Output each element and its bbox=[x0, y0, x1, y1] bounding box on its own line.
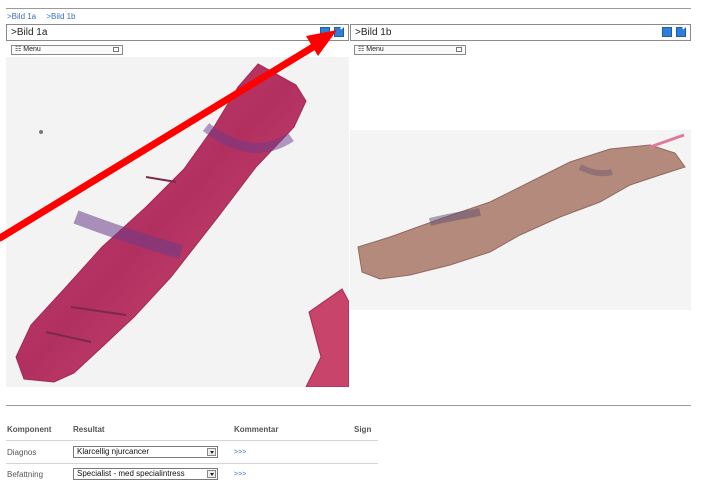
top-divider bbox=[6, 8, 691, 9]
row-separator bbox=[6, 440, 378, 441]
panel-a-actions bbox=[320, 27, 344, 37]
menu-grid-icon: ☷ bbox=[358, 46, 367, 53]
breadcrumb-link-bild-1b[interactable]: >Bild 1b bbox=[46, 12, 75, 21]
row-befattning-label: Befattning bbox=[7, 470, 44, 479]
external-open-icon[interactable] bbox=[676, 27, 686, 37]
panel-b-menu-button[interactable]: ☷ Menu bbox=[354, 45, 466, 55]
panel-b-header: >Bild 1b bbox=[350, 24, 691, 41]
header-component: Komponent bbox=[7, 425, 52, 434]
panel-a-menu-label: Menu bbox=[23, 46, 41, 53]
header-result: Resultat bbox=[73, 425, 105, 434]
header-sign: Sign bbox=[354, 425, 372, 434]
panel-a-menu-button[interactable]: ☷ Menu bbox=[11, 45, 123, 55]
breadcrumb-link-bild-1a[interactable]: >Bild 1a bbox=[7, 12, 36, 21]
befattning-comment-link[interactable]: >>> bbox=[234, 471, 246, 478]
panel-a-title: >Bild 1a bbox=[11, 27, 48, 38]
panel-b-title: >Bild 1b bbox=[355, 27, 392, 38]
image-edit-icon[interactable] bbox=[320, 27, 330, 37]
panel-a-image-viewer[interactable] bbox=[6, 57, 349, 387]
panel-b-actions bbox=[662, 27, 686, 37]
external-open-icon[interactable] bbox=[334, 27, 344, 37]
befattning-select[interactable]: Specialist - med specialintress bbox=[73, 468, 218, 480]
menu-expand-icon bbox=[456, 47, 462, 52]
image-edit-icon[interactable] bbox=[662, 27, 672, 37]
befattning-select-value: Specialist - med specialintress bbox=[77, 469, 185, 478]
tissue-slide-a bbox=[15, 63, 349, 387]
diagnos-select[interactable]: Klarcellig njurcancer bbox=[73, 446, 218, 458]
dropdown-arrow-icon[interactable] bbox=[207, 470, 216, 478]
diagnos-comment-link[interactable]: >>> bbox=[234, 449, 246, 456]
menu-grid-icon: ☷ bbox=[15, 46, 24, 53]
panel-b-image-viewer[interactable] bbox=[350, 57, 691, 387]
panel-a-header: >Bild 1a bbox=[6, 24, 349, 41]
menu-expand-icon bbox=[113, 47, 119, 52]
row-separator bbox=[6, 463, 378, 464]
breadcrumb: >Bild 1a >Bild 1b bbox=[7, 12, 84, 21]
dropdown-arrow-icon[interactable] bbox=[207, 448, 216, 456]
tissue-slide-b bbox=[350, 130, 691, 310]
diagnos-select-value: Klarcellig njurcancer bbox=[77, 447, 150, 456]
row-diagnos-label: Diagnos bbox=[7, 448, 37, 457]
panel-b-menu-label: Menu bbox=[366, 46, 384, 53]
header-comment: Kommentar bbox=[234, 425, 279, 434]
form-divider bbox=[6, 405, 691, 406]
